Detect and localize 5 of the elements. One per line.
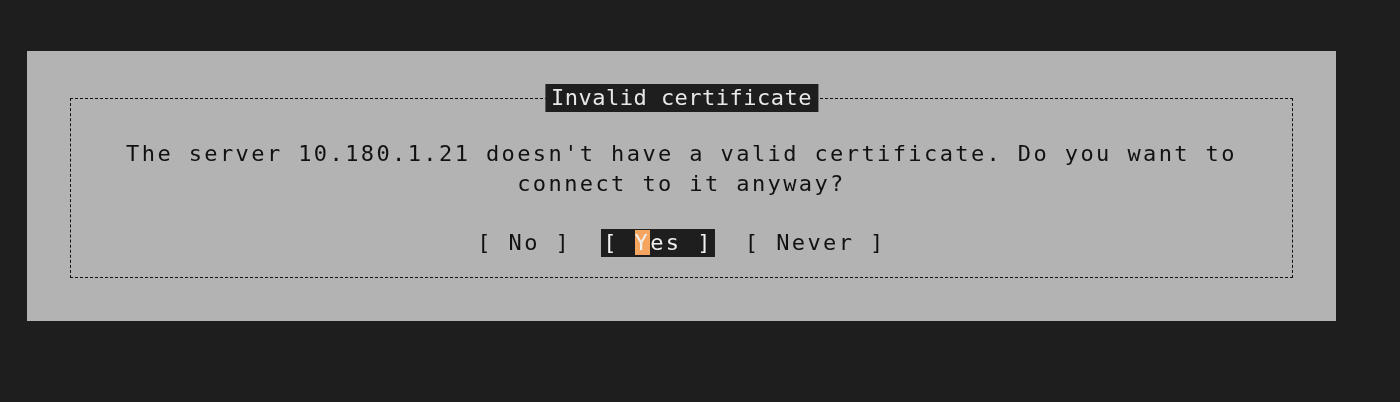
dialog-button[interactable]: [ No ]: [475, 229, 574, 257]
dialog-title: Invalid certificate: [544, 84, 819, 112]
dialog-button[interactable]: [ Never ]: [742, 229, 888, 257]
dialog-message: The server 10.180.1.21 doesn't have a valid certificate. Do you want to connect to it anyway?: [125, 140, 1238, 198]
dialog-button[interactable]: [ Yes ]: [601, 229, 715, 257]
